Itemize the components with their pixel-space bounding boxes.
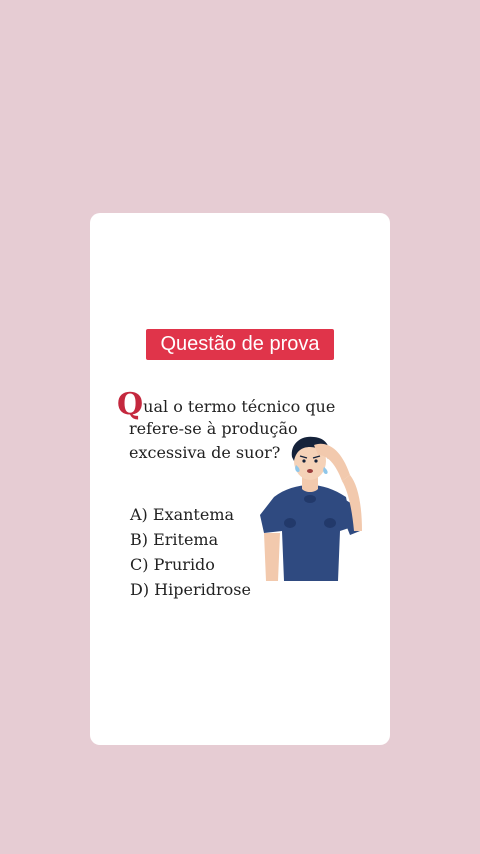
sweating-man-illustration [254, 435, 366, 583]
option-d: D) Hiperidrose [130, 580, 251, 599]
option-a: A) Exantema [130, 505, 235, 524]
question-line-1: Qual o termo técnico que [117, 390, 357, 420]
option-c: C) Prurido [130, 555, 215, 574]
option-b: B) Eritema [130, 530, 219, 549]
title-badge-label: Questão de prova [160, 333, 320, 355]
question-line-1-text: ual o termo técnico que [143, 397, 336, 416]
question-card: Questão de prova Qual o termo técnico qu… [90, 213, 390, 745]
title-badge: Questão de prova [146, 329, 334, 360]
answer-options: A) Exantema B) Eritema C) Prurido D) Hip… [130, 502, 251, 602]
